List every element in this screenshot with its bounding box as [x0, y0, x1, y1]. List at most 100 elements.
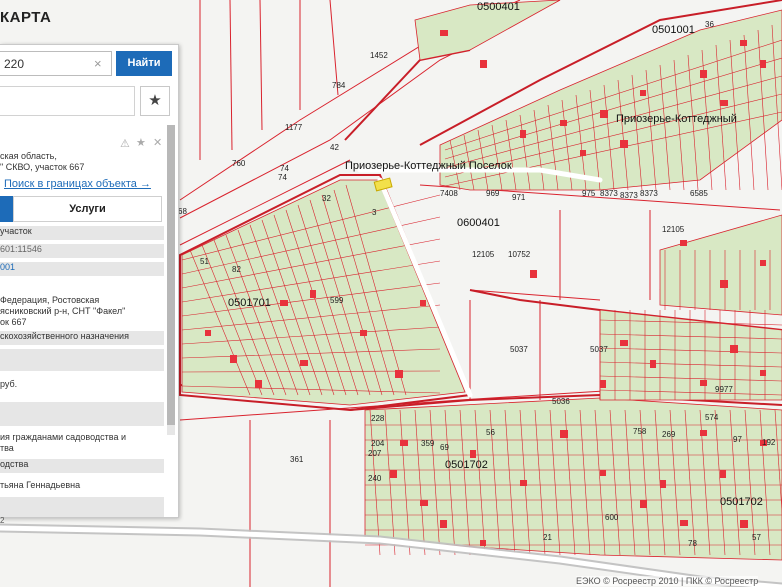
building: [560, 430, 568, 438]
building: [310, 290, 316, 298]
map-label: 599: [330, 296, 344, 305]
building: [760, 260, 766, 266]
map-label: 969: [486, 189, 500, 198]
building: [470, 450, 476, 458]
building: [440, 520, 447, 528]
building: [600, 110, 608, 118]
scrollbar[interactable]: [167, 125, 175, 435]
info-row-empty: [0, 402, 164, 426]
map-label: 975: [582, 189, 596, 198]
map-label: 971: [512, 193, 526, 202]
building: [680, 240, 687, 246]
building: [280, 300, 288, 306]
building: [420, 300, 426, 306]
map-copyright: ЕЭКО © Росреестр 2010 | ПКК © Росреестр: [576, 576, 759, 586]
building: [600, 470, 606, 476]
map-label: 6585: [690, 189, 708, 198]
info-row: ок 667: [0, 317, 27, 327]
search-button[interactable]: Найти: [116, 51, 172, 76]
building: [230, 355, 237, 363]
building: [300, 360, 308, 366]
building: [640, 500, 647, 508]
map-label: 5036: [552, 397, 570, 406]
building: [740, 520, 748, 528]
object-address: ская область, " СКВО, участок 667: [0, 151, 166, 173]
info-row: скохозяйственного назначения: [0, 331, 164, 345]
map-label: 57: [752, 533, 761, 542]
building: [740, 40, 747, 46]
info-row: тва: [0, 443, 14, 453]
building: [660, 480, 666, 488]
map-label: 192: [762, 438, 776, 447]
map-label: 7408: [440, 189, 458, 198]
object-info: ⚠ ★ ✕ ская область, " СКВО, участок 667 …: [0, 123, 166, 517]
building: [440, 30, 448, 36]
tab-info[interactable]: [0, 196, 13, 222]
building: [580, 150, 586, 156]
info-row-link[interactable]: 001: [0, 262, 164, 276]
map-label: 42: [330, 143, 339, 152]
star-outline-icon[interactable]: ★: [136, 136, 146, 149]
building: [720, 470, 726, 478]
building: [700, 380, 707, 386]
page-title: КАРТА: [0, 9, 52, 26]
map-label: 784: [332, 81, 346, 90]
building: [600, 380, 606, 388]
warning-icon[interactable]: ⚠: [120, 137, 130, 150]
info-row: 601:11546: [0, 244, 164, 258]
info-row-empty: [0, 349, 164, 371]
close-icon[interactable]: ✕: [153, 136, 162, 149]
map-label: 78: [688, 539, 697, 548]
building: [520, 480, 527, 486]
map-label: 361: [290, 455, 304, 464]
address-line: " СКВО, участок 667: [0, 162, 85, 172]
building: [420, 500, 428, 506]
map-label: 69: [440, 443, 449, 452]
map-label: 207: [368, 449, 382, 458]
building: [760, 370, 766, 376]
map-label: 10752: [508, 250, 531, 259]
map-label: 5037: [590, 345, 608, 354]
info-row: одства: [0, 459, 164, 473]
map-label: 760: [232, 159, 246, 168]
building: [205, 330, 211, 336]
building: [700, 430, 707, 436]
building: [400, 440, 408, 446]
building: [700, 70, 707, 78]
map-label: 97: [733, 435, 742, 444]
building: [730, 345, 738, 353]
map-label: 74: [280, 164, 289, 173]
scrollbar-thumb[interactable]: [167, 125, 175, 425]
building: [395, 370, 403, 378]
map-label: 0501702: [445, 459, 488, 471]
info-row: ясниковский р-н, СНТ "Факел": [0, 306, 126, 316]
building: [720, 280, 728, 288]
map-label: 574: [705, 413, 719, 422]
map-label: 56: [486, 428, 495, 437]
map-label: 359: [421, 439, 435, 448]
map-label: 5037: [510, 345, 528, 354]
map-label: 758: [633, 427, 647, 436]
map-label: 1177: [285, 123, 303, 132]
info-row: руб.: [0, 379, 18, 389]
map-label: 1452: [370, 51, 388, 60]
map-label: 240: [368, 474, 382, 483]
building: [620, 340, 628, 346]
building: [680, 520, 688, 526]
info-row-empty: [0, 497, 164, 517]
info-row: участок: [0, 226, 164, 240]
tab-services[interactable]: Услуги: [13, 196, 162, 222]
map-label: 51: [200, 257, 209, 266]
clear-icon[interactable]: ×: [94, 56, 102, 71]
info-tabs: Услуги: [0, 196, 162, 222]
favorite-star-icon[interactable]: ★: [140, 86, 170, 116]
search-in-bounds-link[interactable]: Поиск в границах объекта →: [4, 178, 151, 190]
building: [650, 360, 656, 368]
map-label: 600: [605, 513, 619, 522]
map-label: 82: [232, 265, 241, 274]
filter-field[interactable]: [0, 86, 135, 116]
building: [560, 120, 567, 126]
map-label: 9977: [715, 385, 733, 394]
building: [620, 140, 628, 148]
building: [480, 540, 486, 546]
